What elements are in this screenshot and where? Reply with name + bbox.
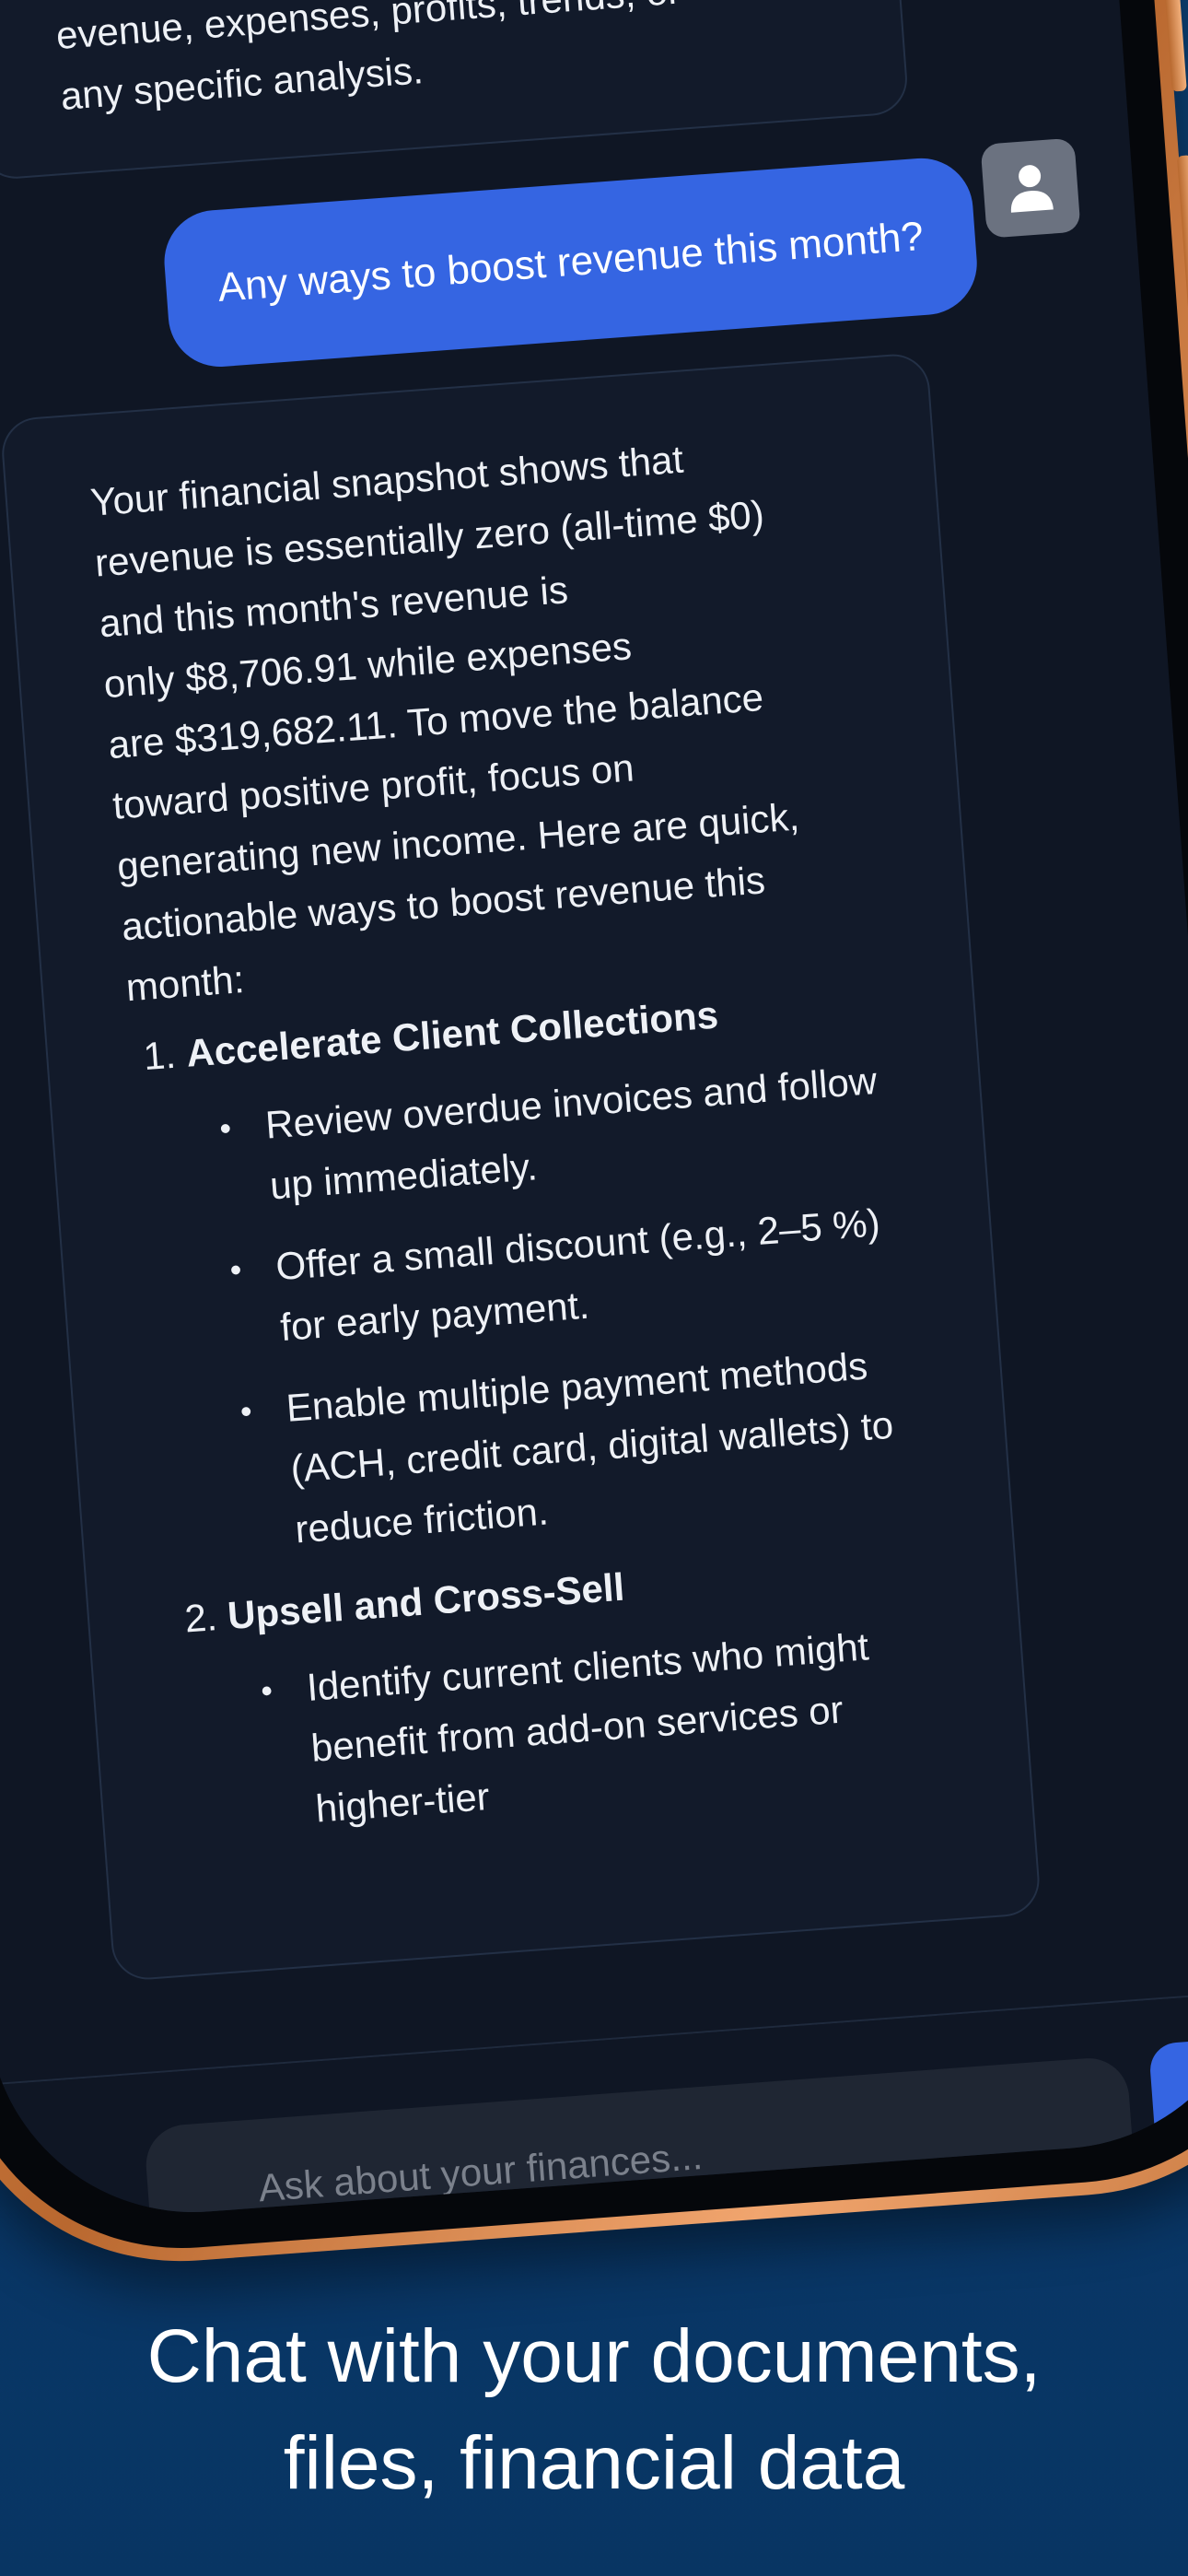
phone-side-button bbox=[1176, 155, 1188, 340]
suggestion-step: Accelerate Client Collections •Review ov… bbox=[184, 968, 973, 1565]
phone-side-button bbox=[1156, 0, 1187, 92]
suggestion-bullet: • Review overdue invoices and follow up i… bbox=[218, 1046, 949, 1217]
chat-screen: evenue, expenses, profits, trends, or an… bbox=[0, 0, 1188, 2227]
suggestion-bullet-text: Enable multiple payment methods (ACH, cr… bbox=[285, 1343, 895, 1551]
assistant-intro-text: Your financial snapshot shows that reven… bbox=[88, 437, 801, 1010]
send-button[interactable] bbox=[1147, 2034, 1188, 2175]
suggestion-step: Upsell and Cross-Sell • Identify current … bbox=[226, 1530, 994, 1844]
user-message-row: Any ways to boost revenue this month? bbox=[0, 134, 1140, 383]
suggestion-bullet-text: Offer a small discount (e.g., 2–5 %) for… bbox=[274, 1200, 882, 1350]
suggestion-bullet: • Offer a small discount (e.g., 2–5 %) fo… bbox=[228, 1187, 959, 1358]
bullet-icon: • bbox=[259, 1670, 274, 1710]
bullet-icon: • bbox=[217, 1108, 233, 1148]
user-icon bbox=[1010, 165, 1054, 213]
suggestion-bullets: • Identify current clients who might bene… bbox=[231, 1608, 994, 1844]
suggestion-list: Accelerate Client Collections •Review ov… bbox=[129, 968, 994, 1849]
promo-caption-line: files, financial data bbox=[283, 2421, 905, 2505]
assistant-message-previous: evenue, expenses, profits, trends, or an… bbox=[0, 0, 910, 181]
suggestion-bullet: • Identify current clients who might bene… bbox=[260, 1608, 995, 1839]
suggestion-bullets: • Review overdue invoices and follow up i… bbox=[190, 1046, 973, 1565]
user-message-bubble: Any ways to boost revenue this month? bbox=[160, 154, 981, 370]
bullet-icon: • bbox=[228, 1250, 243, 1289]
suggestion-bullet: • Enable multiple payment methods (ACH, c… bbox=[239, 1329, 973, 1560]
suggestion-step-title: Upsell and Cross-Sell bbox=[226, 1564, 626, 1638]
phone-mockup: evenue, expenses, profits, trends, or an… bbox=[0, 0, 1188, 2278]
suggestion-bullet-text: Identify current clients who might benef… bbox=[305, 1624, 870, 1831]
promo-caption: Chat with your documents, files, financi… bbox=[0, 2303, 1188, 2517]
assistant-message-current: Your financial snapshot shows that reven… bbox=[0, 351, 1042, 1983]
phone-frame: evenue, expenses, profits, trends, or an… bbox=[0, 0, 1188, 2278]
assistant-message-text: evenue, expenses, profits, trends, or an… bbox=[54, 0, 681, 118]
user-avatar bbox=[980, 137, 1081, 239]
suggestion-bullet-text: Review overdue invoices and follow up im… bbox=[263, 1059, 879, 1208]
arrow-up-icon bbox=[1182, 2069, 1188, 2140]
bullet-icon: • bbox=[239, 1391, 254, 1431]
phone-bezel: evenue, expenses, profits, trends, or an… bbox=[0, 0, 1188, 2265]
promo-caption-line: Chat with your documents, bbox=[146, 2314, 1042, 2398]
